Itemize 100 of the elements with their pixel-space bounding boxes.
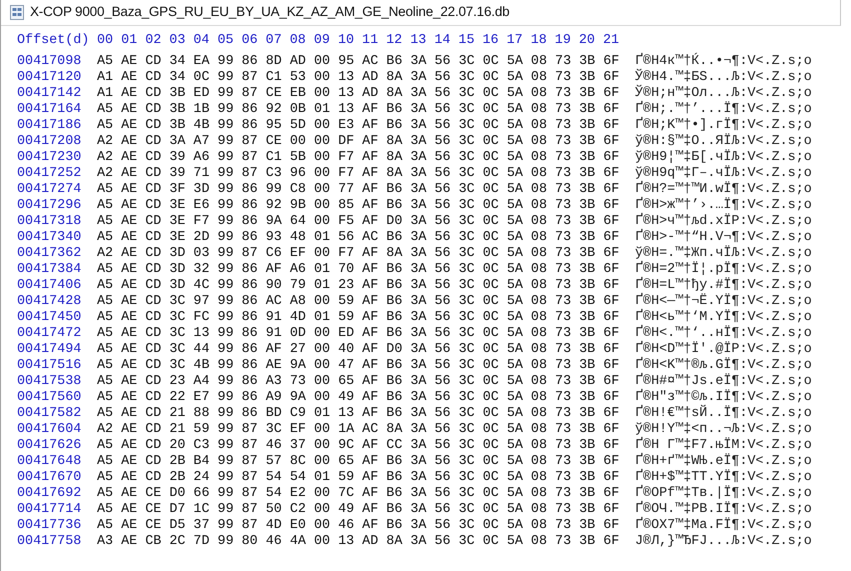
offset-cell-text: 00417494 (17, 340, 82, 359)
offset-cell-text: 00417164 (17, 100, 82, 119)
offset-cell-text: 00417692 (17, 484, 82, 503)
offset-cell-text: 00417318 (17, 212, 82, 231)
text-dump: Ґ®Н+ґ™‡WЊ.eЇ¶:V<.Z.s;o (635, 452, 812, 469)
column-header: 11 (362, 32, 380, 50)
hex-bytes: A5 AE CD 21 88 99 86 BD C9 01 13 AF B6 3A 56 3C 0C 5A 08 73 3B 6F (97, 404, 620, 423)
column-header: 08 (290, 32, 307, 50)
hex-bytes: A5 AE CD 3E E6 99 86 92 9B 00 85 AF B6 3A 56 3C 0C 5A 08 73 3B 6F (97, 196, 620, 215)
text-dump: Ґ®Н<ь™†‘M.YЇ¶:V<.Z.s;o (635, 308, 812, 325)
hex-bytes: A2 AE CD 39 71 99 87 C3 96 00 F7 AF 8A 3A 56 3C 0C 5A 08 73 3B 6F (97, 164, 620, 183)
offset-cell-text: 00417142 (17, 84, 82, 103)
text-dump: Ґ®Н+$™‡TT.YЇ¶:V<.Z.s;o (635, 468, 812, 485)
text-dump: ў®Н:§™‡О..ЯЇЉ:V<.Z.s;o (635, 132, 812, 149)
text-dump: Ґ®Н4к™†Ќ..•¬¶:V<.Z.s;o (635, 52, 812, 69)
database-file-icon (10, 5, 24, 20)
text-dump: Ґ®Н Г™‡F7.њЇМ:V<.Z.s;o (635, 436, 812, 453)
hex-bytes: A5 AE CD 3C 4B 99 86 AE 9A 00 47 AF B6 3A 56 3C 0C 5A 08 73 3B 6F (97, 356, 620, 375)
hex-bytes: A5 AE CE D0 66 99 87 54 E2 00 7C AF B6 3A 56 3C 0C 5A 08 73 3B 6F (97, 484, 620, 503)
text-dump: Ў®Н;н™‡Ол...Љ:V<.Z.s;o (635, 84, 812, 101)
offset-cell-text: 00417384 (17, 260, 82, 279)
text-dump: Ґ®ОРf™‡Tв.|Ї¶:V<.Z.s;o (635, 484, 812, 501)
text-dump: Ґ®ОЧ.™‡PВ.IЇ¶:V<.Z.s;o (635, 500, 812, 517)
window-title: X-COP 9000_Baza_GPS_RU_EU_BY_UA_KZ_AZ_AM_GE_Neoline_22.07.16.db (30, 3, 510, 22)
offset-cell-text: 00417098 (17, 52, 82, 71)
text-dump: Ґ®Н#¤™†Јs.eЇ¶:V<.Z.s;o (635, 372, 812, 389)
text-dump: Ґ®Н>ж™†’›.…Ї¶:V<.Z.s;o (635, 196, 812, 213)
text-dump: Ґ®Н<K™†®љ.GЇ¶:V<.Z.s;o (635, 356, 812, 373)
offset-cell-text: 00417736 (17, 516, 82, 535)
offset-cell-text: 00417252 (17, 164, 82, 183)
column-header: 05 (217, 32, 235, 50)
hex-bytes: A5 AE CD 2B B4 99 87 57 8C 00 65 AF B6 3A 56 3C 0C 5A 08 73 3B 6F (97, 452, 620, 471)
hex-bytes: A5 AE CE D7 1C 99 87 50 C2 00 49 AF B6 3A 56 3C 0C 5A 08 73 3B 6F (97, 500, 620, 519)
offset-cell-text: 00417120 (17, 68, 82, 87)
hex-bytes: A5 AE CD 2B 24 99 87 54 54 01 59 AF B6 3A 56 3C 0C 5A 08 73 3B 6F (97, 468, 620, 487)
hex-bytes: A5 AE CE D5 37 99 87 4D E0 00 46 AF B6 3A 56 3C 0C 5A 08 73 3B 6F (97, 516, 620, 535)
offset-cell-text: 00417274 (17, 180, 82, 199)
column-header: 17 (506, 32, 524, 50)
column-header: 14 (434, 32, 452, 50)
hex-bytes: A5 AE CD 3D 4C 99 86 90 79 01 23 AF B6 3A 56 3C 0C 5A 08 73 3B 6F (97, 276, 620, 295)
hex-bytes: A5 AE CD 3D 32 99 86 AF A6 01 70 AF B6 3A 56 3C 0C 5A 08 73 3B 6F (97, 260, 620, 279)
hex-bytes: A5 AE CD 3E 2D 99 86 93 48 01 56 AC B6 3A 56 3C 0C 5A 08 73 3B 6F (97, 228, 620, 247)
column-header: 03 (169, 32, 186, 50)
offset-cell-text: 00417648 (17, 452, 82, 471)
text-dump: ў®Н!Y™‡<п..¬Љ:V<.Z.s;o (635, 420, 812, 437)
hex-bytes: A2 AE CD 3D 03 99 87 C6 EF 00 F7 AF 8A 3A 56 3C 0C 5A 08 73 3B 6F (97, 244, 620, 263)
column-header: 12 (386, 32, 404, 50)
column-header: 21 (602, 32, 620, 50)
text-dump: Ґ®Н=L™†ђy.#Ї¶:V<.Z.s;o (635, 276, 812, 293)
hex-bytes: A5 AE CD 23 A4 99 86 A3 73 00 65 AF B6 3A 56 3C 0C 5A 08 73 3B 6F (97, 372, 620, 391)
column-header: 07 (266, 32, 283, 50)
offset-cell-text: 00417582 (17, 404, 82, 423)
hex-bytes: A5 AE CD 3B 1B 99 86 92 0B 01 13 AF B6 3A 56 3C 0C 5A 08 73 3B 6F (97, 100, 620, 119)
offset-cell-text: 00417560 (17, 388, 82, 407)
hex-bytes: A1 AE CD 34 0C 99 87 C1 53 00 13 AD 8A 3A 56 3C 0C 5A 08 73 3B 6F (97, 68, 620, 87)
text-dump: Ґ®Н>-™†“H.V¬¶:V<.Z.s;o (635, 228, 812, 245)
hex-bytes: A5 AE CD 22 E7 99 86 A9 9A 00 49 AF B6 3A 56 3C 0C 5A 08 73 3B 6F (97, 388, 620, 407)
text-dump: Ґ®Н=2™†Ї¦.pЇ¶:V<.Z.s;o (635, 260, 812, 277)
column-header: 16 (482, 32, 500, 50)
column-header: 15 (458, 32, 476, 50)
offset-cell-text: 00417472 (17, 324, 82, 343)
offset-cell-text: 00417516 (17, 356, 82, 375)
column-header: 02 (145, 32, 162, 50)
text-dump: Ў®Н4.™‡БS...Љ:V<.Z.s;o (635, 68, 812, 85)
text-dump: Ґ®Н;K™†•].гЇ¶:V<.Z.s;o (635, 116, 812, 133)
text-dump: ў®Н9q™‡Г–.чЇЉ:V<.Z.s;o (635, 164, 812, 181)
offset-cell-text: 00417208 (17, 132, 82, 151)
column-header: 18 (530, 32, 548, 50)
offset-cell-text: 00417362 (17, 244, 82, 263)
text-dump: Ґ®Н>ч™†љd.хЇР:V<.Z.s;o (635, 212, 812, 229)
offset-cell-text: 00417450 (17, 308, 82, 327)
text-dump: Ґ®Н!€™†ѕЙ..Ї¶:V<.Z.s;o (635, 404, 812, 422)
column-header: 19 (554, 32, 572, 50)
hex-bytes: A5 AE CD 3F 3D 99 86 99 C8 00 77 AF B6 3A 56 3C 0C 5A 08 73 3B 6F (97, 180, 620, 199)
offset-cell-text: 00417186 (17, 116, 82, 135)
offset-header: Offset(d) (17, 32, 90, 50)
text-dump: Ґ®Н"з™†©љ.IЇ¶:V<.Z.s;o (635, 388, 812, 405)
hex-bytes: A3 AE CB 2C 7D 99 80 46 4A 00 13 AD 8A 3A 56 3C 0C 5A 08 73 3B 6F (97, 532, 620, 551)
hex-bytes: A2 AE CD 21 59 99 87 3C EF 00 1A AC 8A 3A 56 3C 0C 5A 08 73 3B 6F (97, 420, 620, 439)
offset-cell-text: 00417714 (17, 500, 82, 519)
text-dump: ў®Н=.™‡Жп.чЇЉ:V<.Z.s;o (635, 244, 812, 261)
offset-cell-text: 00417626 (17, 436, 82, 455)
column-header: 20 (578, 32, 596, 50)
hex-bytes: A1 AE CD 3B ED 99 87 CE EB 00 13 AD 8A 3A 56 3C 0C 5A 08 73 3B 6F (97, 84, 620, 103)
hex-bytes: A5 AE CD 3B 4B 99 86 95 5D 00 E3 AF B6 3A 56 3C 0C 5A 08 73 3B 6F (97, 116, 620, 135)
text-dump: Ґ®Н<.™†‘..нЇ¶:V<.Z.s;o (635, 324, 812, 341)
text-dump: Ґ®Н;.™†’...Ї¶:V<.Z.s;o (635, 100, 812, 117)
column-header: 00 (97, 32, 114, 50)
column-header: 04 (193, 32, 210, 50)
column-header: 01 (121, 32, 138, 50)
text-dump: Ґ®Н<D™†Ї'.@ЇР:V<.Z.s;o (635, 340, 812, 357)
text-dump: ў®Н9¦™‡Б[.чЇЉ:V<.Z.s;o (635, 148, 812, 165)
hex-bytes: A5 AE CD 20 C3 99 87 46 37 00 9C AF CC 3A 56 3C 0C 5A 08 73 3B 6F (97, 436, 620, 455)
column-header: 09 (314, 32, 331, 50)
offset-cell-text: 00417538 (17, 372, 82, 391)
offset-cell-text: 00417406 (17, 276, 82, 295)
offset-cell-text: 00417340 (17, 228, 82, 247)
offset-cell-text: 00417604 (17, 420, 82, 439)
hex-bytes: A5 AE CD 3C FC 99 86 91 4D 01 59 AF B6 3A 56 3C 0C 5A 08 73 3B 6F (97, 308, 620, 327)
text-dump: Ј®Л,}™ЂFJ...Љ:V<.Z.s;o (635, 532, 812, 551)
